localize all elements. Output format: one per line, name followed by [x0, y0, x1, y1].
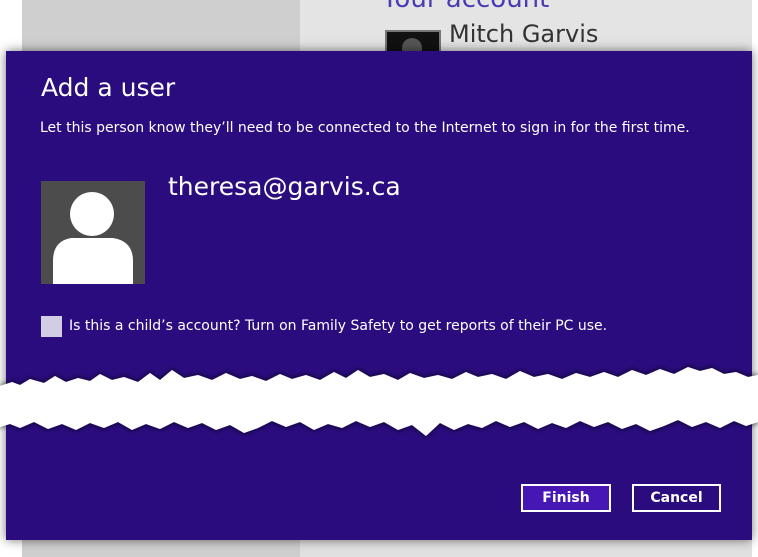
- family-safety-label[interactable]: Is this a child’s account? Turn on Famil…: [69, 318, 607, 334]
- dialog-title: Add a user: [41, 73, 176, 102]
- user-email: theresa@garvis.ca: [168, 172, 401, 201]
- finish-button[interactable]: Finish: [521, 484, 611, 512]
- dialog-description: Let this person know they’ll need to be …: [40, 120, 690, 136]
- cancel-button[interactable]: Cancel: [632, 484, 721, 512]
- user-avatar: [41, 181, 145, 284]
- background-account-name: Mitch Garvis: [449, 20, 599, 48]
- background-bottom-strip-left: [22, 540, 300, 557]
- torn-edge-top: [0, 367, 758, 404]
- family-safety-checkbox[interactable]: [41, 316, 62, 337]
- screenshot: Your account Mitch Garvis Add a user Let…: [0, 0, 758, 557]
- person-icon: [53, 192, 133, 284]
- torn-edge-bottom: [0, 400, 758, 436]
- background-section-title: Your account: [382, 0, 549, 14]
